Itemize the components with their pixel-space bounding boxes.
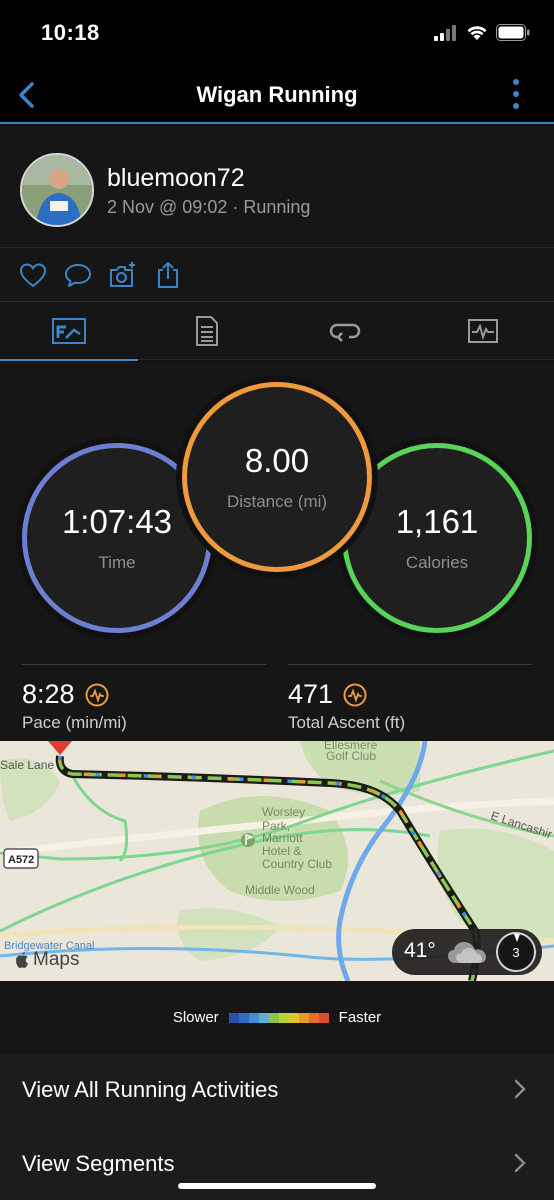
ascent-insight-icon[interactable] [343,683,367,707]
legend-swatch [288,1012,299,1023]
legend-swatch [278,1012,289,1023]
legend-swatch [318,1012,329,1023]
activity-tabs [0,302,554,361]
legend-swatch [308,1012,319,1023]
cloud-icon [448,942,486,963]
wind-indicator: 3 [496,932,536,972]
tab-laps[interactable] [276,302,414,360]
page-title: Wigan Running [196,82,358,107]
more-options-icon[interactable] [510,78,522,110]
charts-heartrate-icon [468,319,498,343]
activity-datetime-type: 2 Nov @ 09:02 · Running [107,197,311,217]
legend-color-bar [228,1012,329,1023]
legend-swatch [228,1012,239,1023]
comment-bubble-icon[interactable] [63,260,93,290]
legend-swatch [298,1012,309,1023]
time-value: 1:07:43 [61,503,173,540]
legend-faster-label: Faster [338,1009,382,1026]
maps-attribution-text: Maps [33,949,80,970]
activity-header: bluemoon72 2 Nov @ 09:02 · Running [0,126,554,248]
tab-overview[interactable] [0,302,138,361]
map-label: Hotel & [262,844,301,858]
route-map[interactable]: Sale Lane Ellesmere Golf Club Worsley Pa… [0,741,554,981]
list-item-label: View Segments [22,1151,175,1176]
status-bar: 10:18 [0,0,554,66]
nav-bar: Wigan Running [0,66,554,124]
add-photo-camera-icon[interactable] [108,260,138,290]
maps-attribution: Maps [14,949,79,971]
laps-loop-icon [329,323,361,342]
map-label: Sale Lane [0,758,54,772]
overview-stats-icon [52,318,86,344]
wifi-icon [467,25,487,40]
tab-details[interactable] [138,302,276,360]
like-heart-icon[interactable] [18,260,48,290]
calories-label: Calories [405,553,469,572]
pace-metric: 8:28 Pace (min/mi) [22,664,266,734]
battery-icon [496,24,530,41]
list-item-view-segments[interactable]: View Segments [0,1127,554,1200]
chevron-right-icon [514,1153,526,1173]
weather-badge: 41° 3 [392,929,542,975]
list-item-view-all-running[interactable]: View All Running Activities [0,1053,554,1127]
pace-value: 8:28 [22,679,75,709]
share-icon[interactable] [153,260,183,290]
list-item-label: View All Running Activities [22,1077,279,1102]
runner-photo [22,155,92,225]
avatar[interactable] [20,153,94,227]
weather-temperature: 41° [404,939,436,962]
calories-value: 1,161 [395,503,479,540]
legend-slower-label: Slower [172,1009,219,1026]
distance-label: Distance (mi) [226,492,328,511]
pace-legend: Slower Faster [0,981,554,1053]
time-label: Time [98,553,136,572]
pace-label: Pace (min/mi) [22,713,127,732]
map-label: Country Club [262,857,332,871]
legend-swatch [248,1012,259,1023]
distance-ring: 8.00 Distance (mi) [182,382,372,572]
username[interactable]: bluemoon72 [107,164,245,193]
map-label: A572 [8,854,34,866]
details-document-icon [196,316,218,346]
map-label: Marriott [262,831,303,845]
chevron-right-icon [514,1079,526,1099]
apple-logo-icon [16,952,28,968]
status-time: 10:18 [41,20,100,45]
legend-swatch [258,1012,269,1023]
legend-swatch [268,1012,279,1023]
summary-stats: 1:07:43 Time 1,161 Calories 8.00 Distanc… [0,361,554,741]
legend-swatch [238,1012,249,1023]
distance-value: 8.00 [244,442,310,479]
wind-direction-icon [514,934,520,942]
map-label: Golf Club [326,749,376,763]
cellular-signal-icon [434,24,456,41]
tab-charts[interactable] [414,302,552,360]
map-label: Middle Wood [245,883,315,897]
activity-links-list: View All Running Activities View Segment… [0,1053,554,1200]
home-indicator[interactable] [178,1183,376,1189]
status-icons [434,24,530,41]
wind-speed: 3 [512,944,520,960]
pace-insight-icon[interactable] [85,683,109,707]
ascent-value: 471 [288,679,334,709]
action-bar [0,248,554,302]
ascent-label: Total Ascent (ft) [288,713,406,732]
ascent-metric: 471 Total Ascent (ft) [288,664,532,734]
map-label: Worsley [262,805,305,819]
